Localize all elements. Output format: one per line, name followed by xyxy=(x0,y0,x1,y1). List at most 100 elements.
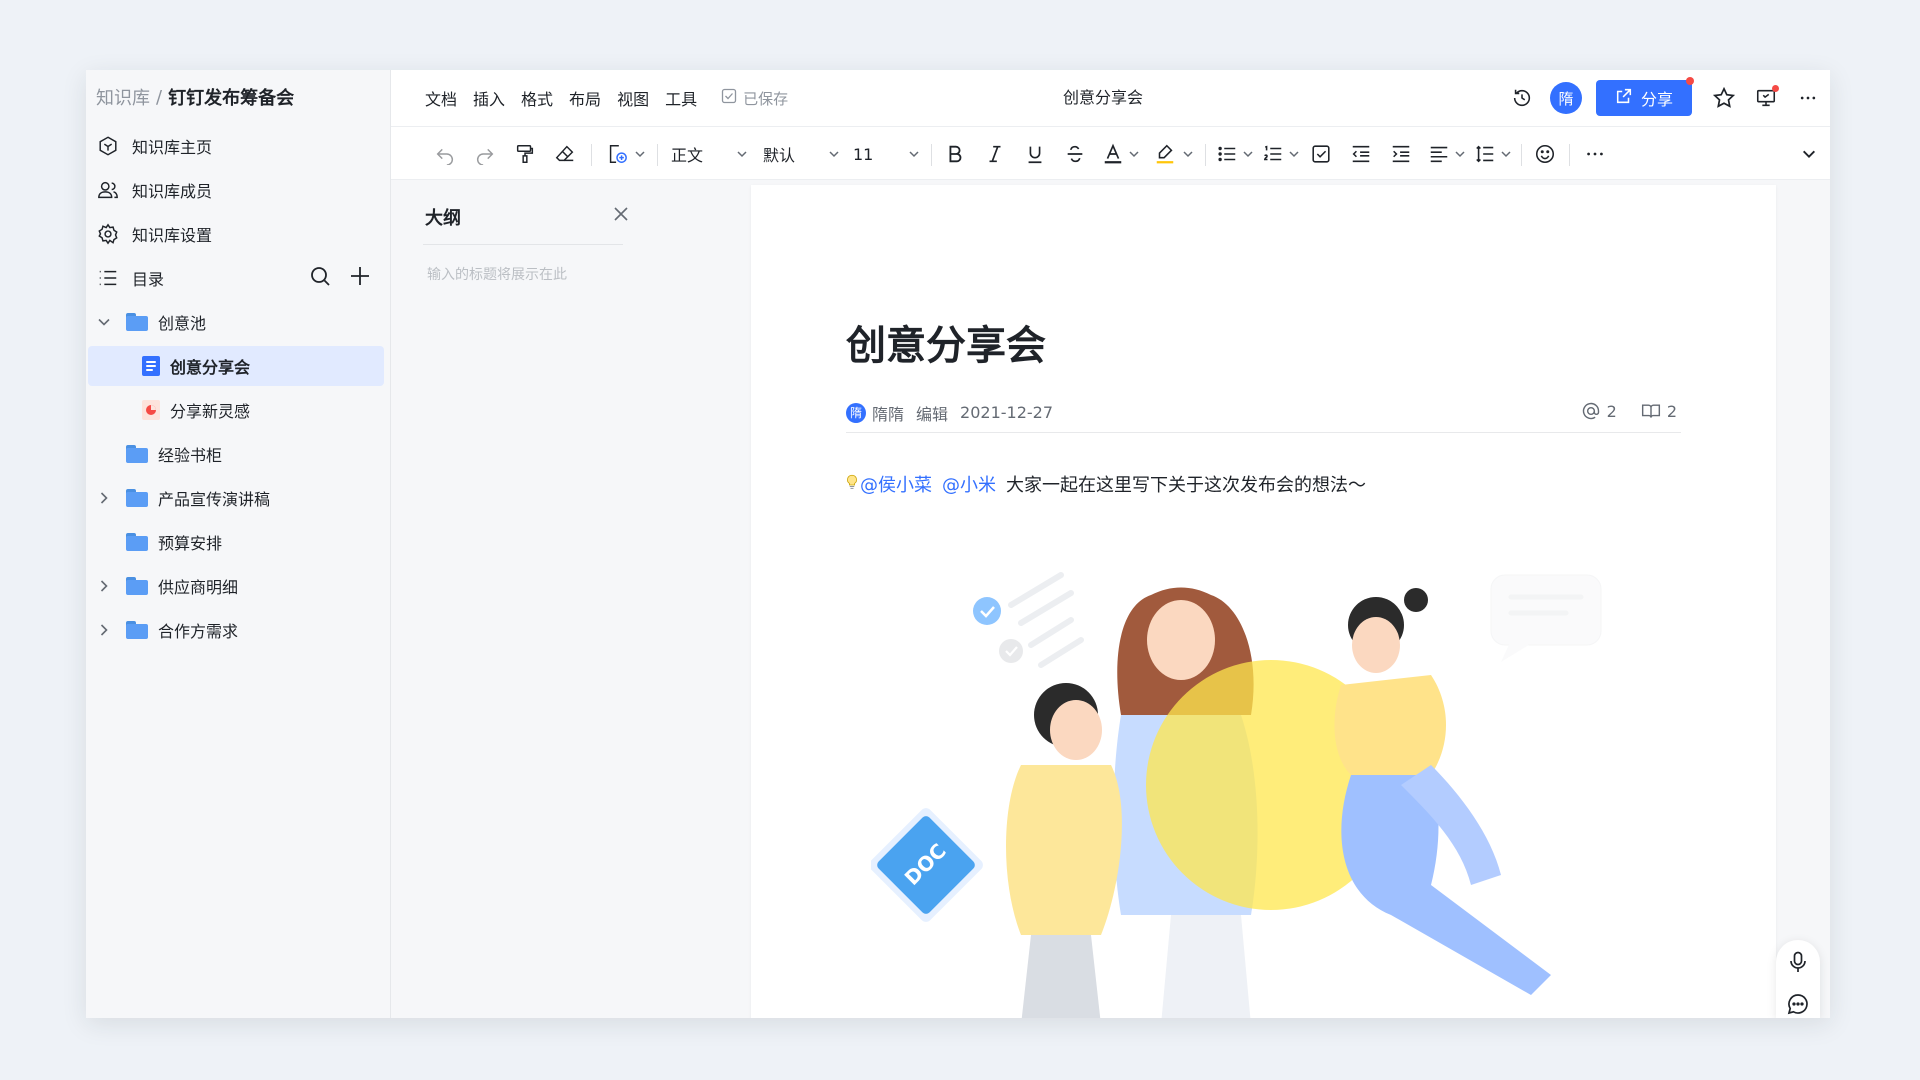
chevron-down-icon[interactable] xyxy=(1287,127,1301,181)
breadcrumb-root[interactable]: 知识库 xyxy=(96,84,150,110)
tree-item-folder[interactable]: 合作方需求 xyxy=(88,610,384,650)
chevron-down-icon[interactable] xyxy=(1181,127,1195,181)
folder-icon xyxy=(126,489,148,509)
italic-icon[interactable] xyxy=(979,127,1011,181)
save-status: 已保存 xyxy=(721,88,788,109)
edit-date: 2021-12-27 xyxy=(960,403,1054,422)
tree-item-slides[interactable]: 分享新灵感 xyxy=(88,390,384,430)
tree-item-folder[interactable]: 产品宣传演讲稿 xyxy=(88,478,384,518)
share-button[interactable]: 分享 xyxy=(1596,77,1694,116)
tree-item-label: 经验书柜 xyxy=(158,446,223,465)
mentions-count: 2 xyxy=(1606,401,1617,421)
checkbox-list-icon[interactable] xyxy=(1305,127,1337,181)
sidebar-item-members[interactable]: 知识库成员 xyxy=(96,170,386,210)
align-left-icon[interactable] xyxy=(1425,127,1453,181)
tree-item-folder[interactable]: 创意池 xyxy=(88,302,384,342)
strikethrough-icon[interactable] xyxy=(1059,127,1091,181)
toc-label: 目录 xyxy=(132,270,165,289)
tree-item-folder[interactable]: 预算安排 xyxy=(88,522,384,562)
document-page[interactable]: 创意分享会 隋 隋隋 编辑 2021-12-27 2 2 @侯小菜 @小米 大家… xyxy=(751,185,1776,1018)
chevron-down-icon[interactable] xyxy=(827,127,841,181)
bullet-list-icon[interactable] xyxy=(1213,127,1241,181)
menu-item-format[interactable]: 格式 xyxy=(521,86,553,110)
present-icon[interactable] xyxy=(1752,84,1780,112)
author-name[interactable]: 隋隋 xyxy=(872,401,904,425)
paragraph-style-select[interactable]: 正文 xyxy=(671,127,711,181)
tree-item-label: 合作方需求 xyxy=(158,622,239,641)
comment-icon[interactable] xyxy=(1786,992,1810,1018)
folder-icon xyxy=(126,445,148,465)
reads-stat[interactable]: 2 xyxy=(1641,401,1677,421)
menu-item-layout[interactable]: 布局 xyxy=(569,86,601,110)
menu-item-tools[interactable]: 工具 xyxy=(665,86,697,110)
chevron-down-icon[interactable] xyxy=(907,127,921,181)
lightbulb-icon xyxy=(846,474,858,494)
mention-link[interactable]: @侯小菜 xyxy=(860,471,932,497)
indent-icon[interactable] xyxy=(1385,127,1417,181)
document-title[interactable]: 创意分享会 xyxy=(846,313,1046,371)
tree-item-folder[interactable]: 经验书柜 xyxy=(88,434,384,474)
search-icon[interactable] xyxy=(308,264,332,292)
app-window: 知识库 / 钉钉发布筹备会 知识库主页 知识库成员 知识库设置 目录 创意池 创… xyxy=(86,70,1830,1018)
divider xyxy=(1569,144,1570,166)
notification-dot xyxy=(1772,85,1779,92)
chevron-down-icon[interactable] xyxy=(1453,127,1467,181)
chevron-down-icon[interactable] xyxy=(96,314,112,330)
chevron-down-icon[interactable] xyxy=(1499,127,1513,181)
mentions-stat[interactable]: 2 xyxy=(1581,401,1617,421)
menu-item-document[interactable]: 文档 xyxy=(425,86,457,110)
menu-item-insert[interactable]: 插入 xyxy=(473,86,505,110)
emoji-icon[interactable] xyxy=(1529,127,1561,181)
outdent-icon[interactable] xyxy=(1345,127,1377,181)
underline-icon[interactable] xyxy=(1019,127,1051,181)
more-icon[interactable] xyxy=(1579,127,1611,181)
redo-icon[interactable] xyxy=(469,127,501,181)
mention-link[interactable]: @小米 xyxy=(942,471,996,497)
divider xyxy=(591,144,592,166)
collapse-toolbar-icon[interactable] xyxy=(1800,127,1818,181)
add-icon[interactable] xyxy=(348,264,372,292)
more-icon[interactable] xyxy=(1794,84,1822,112)
undo-icon[interactable] xyxy=(429,127,461,181)
eraser-icon[interactable] xyxy=(549,127,581,181)
sidebar-item-label: 知识库设置 xyxy=(132,226,213,245)
history-icon[interactable] xyxy=(1508,84,1536,112)
highlight-icon[interactable] xyxy=(1151,127,1179,181)
folder-icon xyxy=(126,577,148,597)
chevron-right-icon[interactable] xyxy=(96,622,112,638)
toc-tools xyxy=(308,258,372,298)
font-select[interactable]: 默认 xyxy=(763,127,803,181)
chevron-down-icon[interactable] xyxy=(633,127,647,181)
chevron-right-icon[interactable] xyxy=(96,490,112,506)
chevron-down-icon[interactable] xyxy=(1241,127,1255,181)
chevron-down-icon[interactable] xyxy=(1127,127,1141,181)
chevron-right-icon[interactable] xyxy=(96,578,112,594)
divider xyxy=(423,244,623,245)
text-color-icon[interactable] xyxy=(1099,127,1127,181)
notification-dot xyxy=(1686,77,1694,85)
menu-item-view[interactable]: 视图 xyxy=(617,86,649,110)
bold-icon[interactable] xyxy=(939,127,971,181)
document-paragraph[interactable]: @侯小菜 @小米 大家一起在这里写下关于这次发布会的想法～ xyxy=(846,471,1366,497)
star-icon[interactable] xyxy=(1710,84,1738,112)
microphone-icon[interactable] xyxy=(1786,950,1810,978)
sidebar-item-home[interactable]: 知识库主页 xyxy=(96,126,386,166)
tree-item-doc-active[interactable]: 创意分享会 xyxy=(88,346,384,386)
avatar[interactable]: 隋 xyxy=(1550,82,1582,114)
author-avatar[interactable]: 隋 xyxy=(846,402,866,423)
sidebar-item-settings[interactable]: 知识库设置 xyxy=(96,214,386,254)
insert-block-icon[interactable] xyxy=(601,127,633,181)
numbered-list-icon[interactable] xyxy=(1259,127,1287,181)
format-painter-icon[interactable] xyxy=(509,127,541,181)
doc-icon xyxy=(142,356,164,376)
font-size-select[interactable]: 11 xyxy=(853,127,883,181)
tree-item-folder[interactable]: 供应商明细 xyxy=(88,566,384,606)
folder-icon xyxy=(126,533,148,553)
document-stats: 2 2 xyxy=(1581,401,1677,421)
line-spacing-icon[interactable] xyxy=(1471,127,1499,181)
close-icon[interactable] xyxy=(611,204,631,224)
members-icon xyxy=(96,178,120,202)
chevron-down-icon[interactable] xyxy=(735,127,749,181)
at-icon xyxy=(1582,402,1599,420)
folder-icon xyxy=(126,621,148,641)
